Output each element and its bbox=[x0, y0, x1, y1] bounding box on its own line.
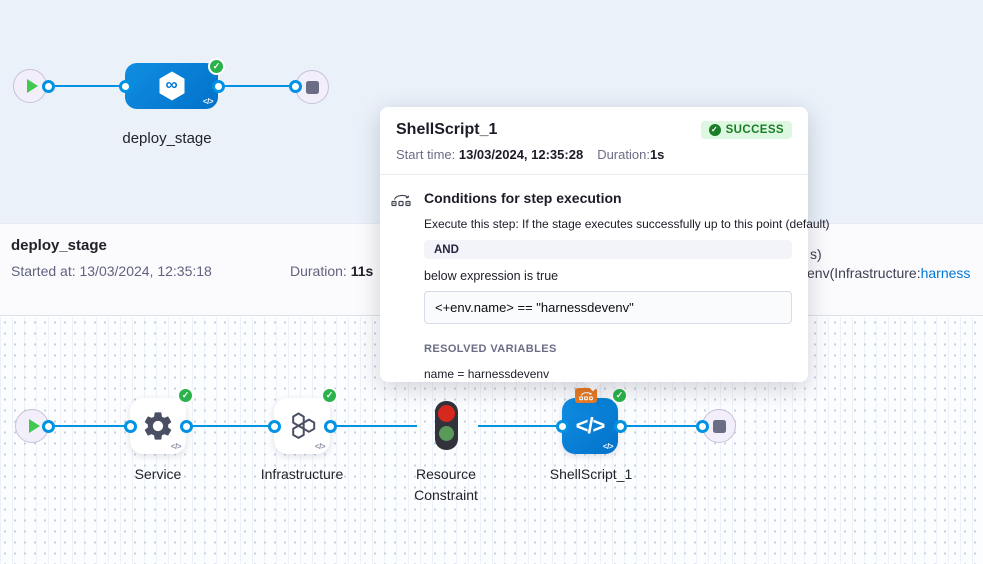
edge bbox=[186, 425, 274, 428]
popover-header: ShellScript_1 ✓ SUCCESS Start time: 13/0… bbox=[380, 107, 808, 174]
popover-times: Start time: 13/03/2024, 12:35:28Duration… bbox=[396, 147, 792, 162]
environment-link[interactable]: harness bbox=[921, 265, 971, 281]
step-details-popover: ShellScript_1 ✓ SUCCESS Start time: 13/0… bbox=[380, 107, 808, 382]
deploy-stage-node[interactable]: ∞ </> bbox=[125, 63, 218, 109]
success-check-icon: ✓ bbox=[709, 124, 721, 136]
stage-environment-fragment: env(Infrastructure:harness bbox=[807, 265, 970, 281]
template-code-icon: </> bbox=[315, 442, 325, 451]
edge bbox=[620, 425, 702, 428]
stage-started-at: Started at: 13/03/2024, 12:35:18 bbox=[11, 263, 212, 279]
port[interactable] bbox=[119, 80, 132, 93]
status-badge: ✓ SUCCESS bbox=[701, 121, 792, 139]
edge bbox=[48, 425, 130, 428]
expression-box: <+env.name> == "harnessdevenv" bbox=[424, 291, 792, 324]
shell-script-icon: </> bbox=[576, 413, 605, 439]
stop-icon bbox=[306, 81, 319, 94]
operator-bar: AND bbox=[424, 240, 792, 259]
stop-icon bbox=[713, 420, 726, 433]
step-node-shellscript[interactable]: </> </> bbox=[562, 398, 618, 454]
port[interactable] bbox=[180, 420, 193, 433]
stage-success-icon: ✓ bbox=[208, 58, 225, 75]
popover-title: ShellScript_1 bbox=[396, 121, 497, 139]
step-label-infrastructure[interactable]: Infrastructure bbox=[237, 464, 367, 485]
step-node-infrastructure[interactable]: </> bbox=[274, 398, 330, 454]
edge-stage-to-end bbox=[218, 85, 296, 88]
resolved-variables-label: RESOLVED VARIABLES bbox=[424, 343, 792, 355]
stage-label[interactable]: deploy_stage bbox=[102, 128, 232, 149]
step-node-service[interactable]: </> bbox=[130, 398, 186, 454]
cd-stage-icon: ∞ bbox=[154, 68, 190, 104]
step-label-service[interactable]: Service bbox=[93, 464, 223, 485]
stage-duration: Duration: 11s bbox=[290, 263, 373, 279]
play-icon bbox=[27, 79, 38, 93]
expression-intro: below expression is true bbox=[424, 269, 792, 283]
play-icon bbox=[29, 419, 40, 433]
edge-start-to-stage bbox=[48, 85, 126, 88]
port[interactable] bbox=[124, 420, 137, 433]
pipeline-execution-view: ∞ </> ✓ deploy_stage deploy_stage Starte… bbox=[0, 0, 983, 564]
resolved-variable-value: name = harnessdevenv bbox=[424, 367, 792, 381]
edge bbox=[478, 425, 562, 428]
template-code-icon: </> bbox=[603, 442, 613, 451]
port[interactable] bbox=[556, 420, 569, 433]
port[interactable] bbox=[42, 420, 55, 433]
port[interactable] bbox=[614, 420, 627, 433]
hexagons-icon bbox=[285, 409, 319, 443]
conditions-description: Execute this step: If the stage executes… bbox=[424, 217, 792, 231]
template-code-icon: </> bbox=[203, 97, 213, 106]
port[interactable] bbox=[42, 80, 55, 93]
conditions-section: Conditions for step execution Execute th… bbox=[380, 175, 808, 381]
step-success-icon: ✓ bbox=[611, 387, 628, 404]
step-label-shellscript[interactable]: ShellScript_1 bbox=[526, 464, 656, 485]
traffic-light-red-icon bbox=[438, 405, 455, 422]
conditional-execution-icon bbox=[391, 192, 412, 381]
port[interactable] bbox=[696, 420, 709, 433]
port[interactable] bbox=[268, 420, 281, 433]
template-code-icon: </> bbox=[171, 442, 181, 451]
traffic-light-green-icon bbox=[439, 426, 454, 441]
gear-icon bbox=[141, 409, 175, 443]
port[interactable] bbox=[212, 80, 225, 93]
edge bbox=[330, 425, 417, 428]
step-success-icon: ✓ bbox=[177, 387, 194, 404]
step-label-resource-constraint[interactable]: Resource Constraint bbox=[386, 464, 506, 506]
step-success-icon: ✓ bbox=[321, 387, 338, 404]
stage-meta-fragment: s) bbox=[810, 246, 822, 262]
conditions-title: Conditions for step execution bbox=[424, 190, 792, 206]
port[interactable] bbox=[289, 80, 302, 93]
port[interactable] bbox=[324, 420, 337, 433]
stage-details-title: deploy_stage bbox=[11, 237, 107, 254]
step-node-resource-constraint[interactable] bbox=[435, 401, 458, 450]
